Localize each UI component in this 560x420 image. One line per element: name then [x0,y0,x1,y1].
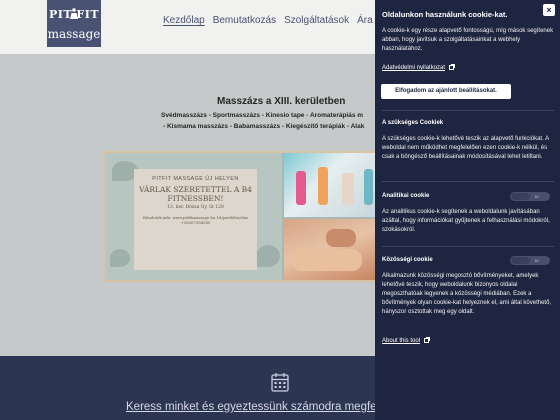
services-line-2: - Kismama masszázs - Babamasszázs - Kieg… [163,123,365,130]
accept-cookies-button[interactable]: Elfogadom az ajánlott beállításokat. [381,84,511,99]
contact-link[interactable]: Keress minket és egyeztessünk számodra m… [126,401,388,413]
about-tool-link[interactable]: About this tool [382,337,431,344]
main-nav: Kezdőlap Bemutatkozás Szolgáltatások Ára [163,15,373,26]
privacy-link-label: Adatvédelmi nyilatkozat [382,65,446,71]
person-figure [342,173,354,205]
site-logo[interactable]: PIT FIT massage [47,0,101,47]
necessary-cookies-title: A szükséges Cookiek [382,120,444,126]
analytics-toggle[interactable]: Ki [510,192,550,201]
cookie-intro-text: A cookie-k egy része alapvető fontosságú… [382,28,554,52]
toggle-label: Ki [535,258,539,263]
promo-poster: PITFIT MASSAGE ÚJ HELYEN VÁRLAK SZERETET… [134,169,257,270]
privacy-link[interactable]: Adatvédelmi nyilatkozat [382,64,456,73]
social-cookies-title: Közösségi cookie [382,257,433,263]
nav-item-services[interactable]: Szolgáltatások [284,15,349,26]
divider [382,181,554,182]
calendar-icon [271,373,289,392]
divider [382,246,554,247]
poster-headline: VÁRLAK SZERETETTEL A B4 FITNESSBEN! [139,185,252,203]
poster-info: Részletek info: www.pitfitmassage.hu 16/… [143,215,248,225]
nav-item-home[interactable]: Kezdőlap [163,15,205,26]
toggle-knob [511,193,530,200]
social-toggle[interactable]: Ki [510,256,550,265]
logo-text-bottom: massage [47,27,101,41]
massage-photo [284,219,376,280]
analytics-cookies-title: Analitikai cookie [382,193,430,199]
person-figure [364,169,373,205]
divider [382,110,554,111]
analytics-cookies-text: Az analitikus cookie-k segítenek a webol… [382,209,550,233]
toggle-label: Ki [535,194,539,199]
external-link-icon [449,64,456,70]
services-line-1: Svédmasszázs - Sportmasszázs - Kinesio t… [161,112,364,119]
person-figure [296,171,306,205]
person-figure [292,249,362,271]
fitness-photo [284,153,376,217]
toggle-knob [511,257,530,264]
hands-figure [326,229,356,247]
person-icon [70,8,78,19]
nav-item-prices[interactable]: Ára [357,15,373,26]
leaf-decoration [110,249,130,267]
external-link-icon [424,337,431,343]
about-tool-label: About this tool [382,338,421,344]
close-button[interactable]: × [543,4,555,16]
promo-banner: PITFIT MASSAGE ÚJ HELYEN VÁRLAK SZERETET… [104,151,378,282]
social-cookies-text: Alkalmazunk közösségi megosztó bővítmény… [382,273,552,315]
page-title: Masszázs a XIII. kerületben [217,96,346,107]
cookie-panel-title: Oldalunkon használunk cookie-kat. [382,10,508,19]
poster-title: PITFIT MASSAGE ÚJ HELYEN [152,176,239,182]
poster-address: 13. ker. Dózsa Gy. út 128 [167,205,224,210]
necessary-cookies-text: A szükséges cookie-k lehetővé teszik az … [382,136,549,160]
person-figure [318,167,328,205]
nav-item-about[interactable]: Bemutatkozás [213,15,276,26]
leaf-decoration [256,245,280,267]
banner-background: PITFIT MASSAGE ÚJ HELYEN VÁRLAK SZERETET… [106,153,282,280]
